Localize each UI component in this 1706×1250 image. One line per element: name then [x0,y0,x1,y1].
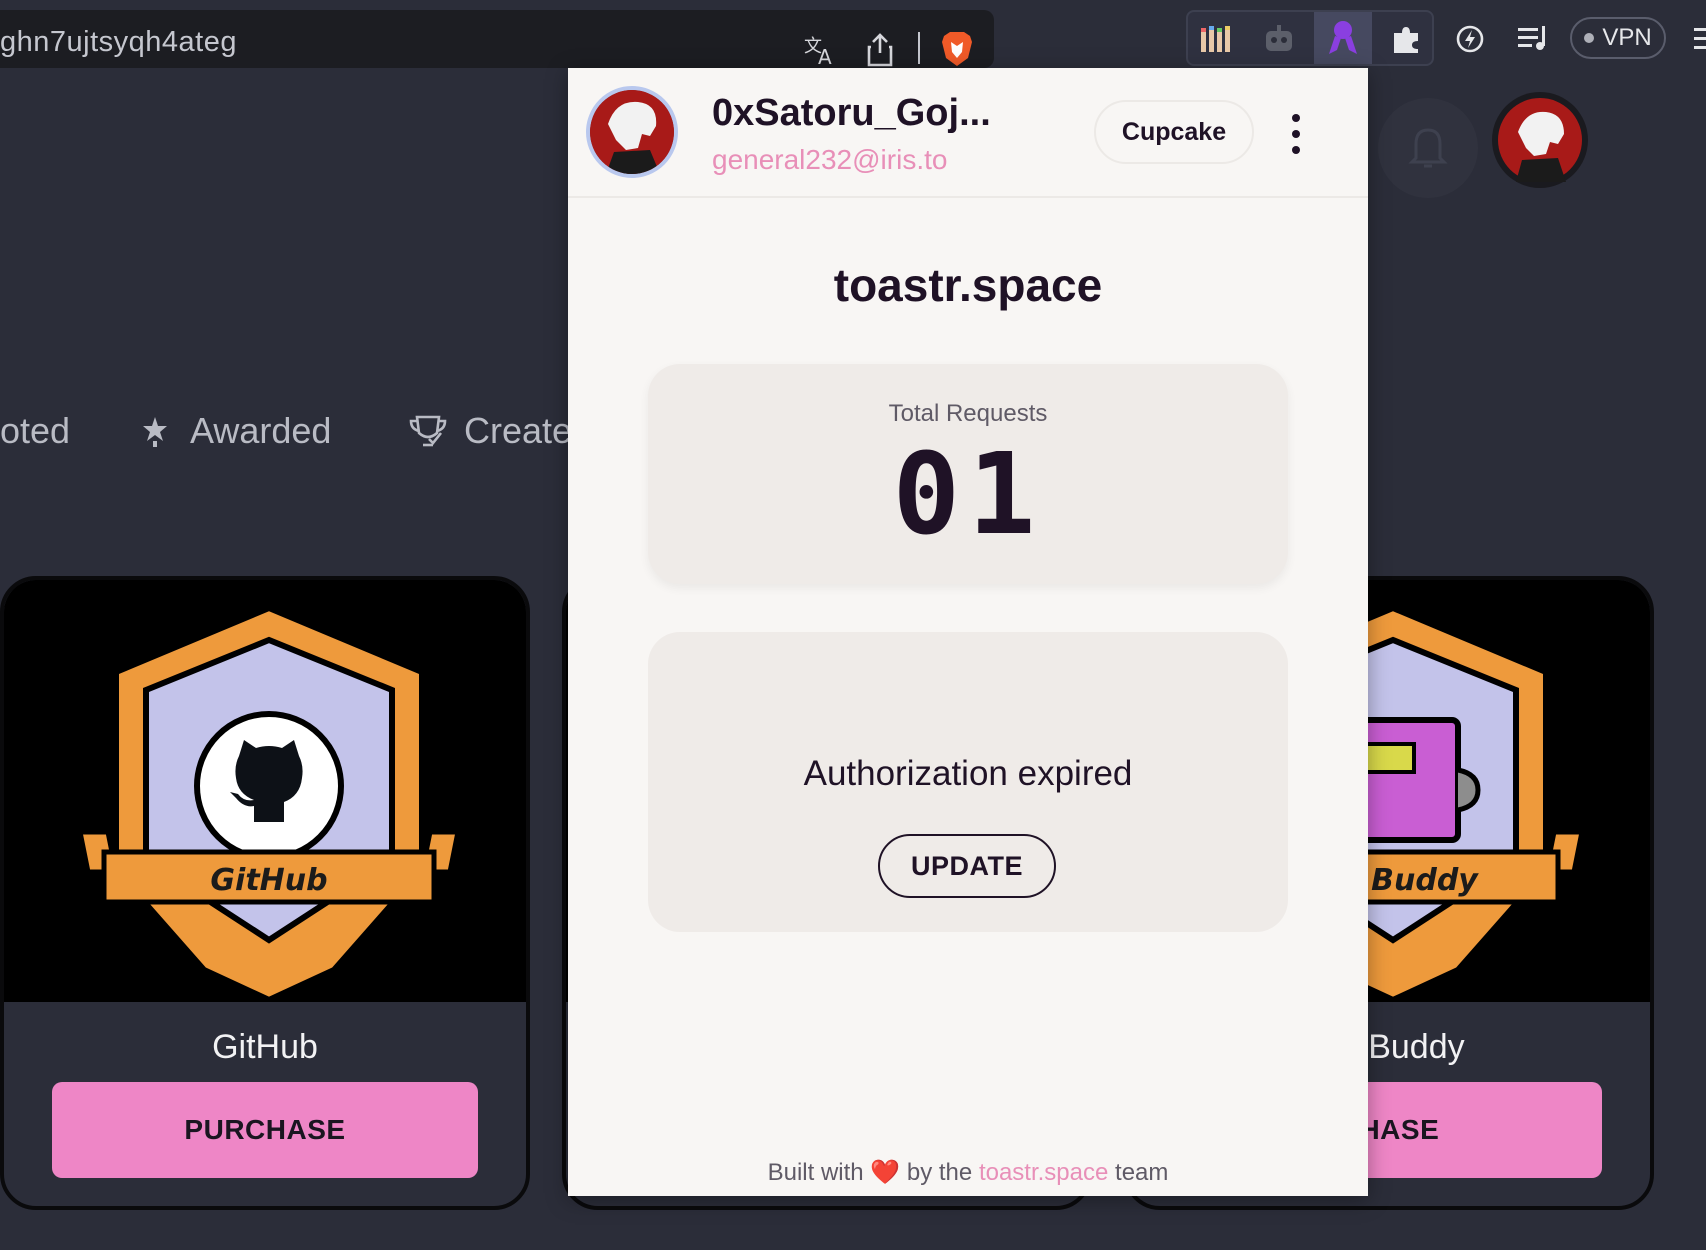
vpn-button[interactable]: VPN [1570,17,1666,59]
more-options-icon[interactable] [1290,114,1302,154]
leo-ai-icon[interactable] [1450,20,1490,58]
translate-icon[interactable]: 文A [800,30,840,70]
vpn-label: VPN [1602,24,1652,51]
github-badge-image: GitHub [4,580,526,1004]
popup-footer: Built with ❤️ by the toastr.space team [568,1158,1368,1187]
account-switch-button[interactable]: Cupcake [1094,100,1254,164]
footer-middle: by the [906,1159,973,1186]
trophy-icon [408,412,448,452]
profile-email: general232@iris.to [712,144,948,175]
robot-extension-icon[interactable] [1258,20,1300,58]
footer-prefix: Built with [767,1159,864,1186]
vpn-status-dot [1584,33,1595,43]
playlist-icon[interactable] [1512,20,1554,58]
stats-value: 01 [892,430,1044,560]
notifications-button[interactable] [1378,98,1478,198]
star-icon [140,414,170,450]
popup-header: 0xSatoru_Goj... general232@iris.to Cupca… [568,68,1368,198]
footer-suffix: team [1115,1159,1169,1186]
svg-text:A: A [818,45,832,68]
pencils-extension-icon[interactable] [1196,20,1236,58]
purchase-button[interactable]: PURCHASE [52,1082,478,1178]
footer-link[interactable]: toastr.space [979,1159,1108,1186]
auth-message: Authorization expired [803,754,1133,793]
profile-name: 0xSatoru_Goj... [712,92,991,134]
tab-awarded[interactable]: Awarded [190,410,331,452]
site-title: toastr.space [833,259,1103,311]
card-title: GitHub [212,1028,318,1066]
update-button[interactable]: UPDATE [878,834,1056,898]
user-avatar[interactable] [1492,92,1588,188]
stats-label: Total Requests [888,400,1048,427]
url-divider [918,32,920,64]
extension-popup: 0xSatoru_Goj... general232@iris.to Cupca… [568,68,1368,1196]
puzzle-extensions-icon[interactable] [1386,20,1426,58]
badge-card: GitHub GitHub PURCHASE [0,576,530,1210]
profile-avatar[interactable] [586,86,678,178]
authorization-panel: Authorization expired UPDATE [648,632,1288,932]
tab-created[interactable]: Create [464,410,568,452]
brave-shield-icon[interactable] [940,30,974,68]
address-bar[interactable]: ghn7ujtsyqh4ateg 文A [0,10,994,68]
tab-voted[interactable]: oted [0,410,70,452]
browser-toolbar: ghn7ujtsyqh4ateg 文A VPN [0,0,1706,68]
address-text[interactable]: ghn7ujtsyqh4ateg [0,26,237,59]
badge-banner-text: GitHub [210,863,327,898]
requests-panel: Total Requests 01 [648,364,1288,584]
menu-icon[interactable] [1690,22,1706,56]
heart-icon: ❤️ [870,1159,901,1186]
share-icon[interactable] [862,30,898,70]
toastr-extension-icon[interactable] [1322,16,1364,60]
